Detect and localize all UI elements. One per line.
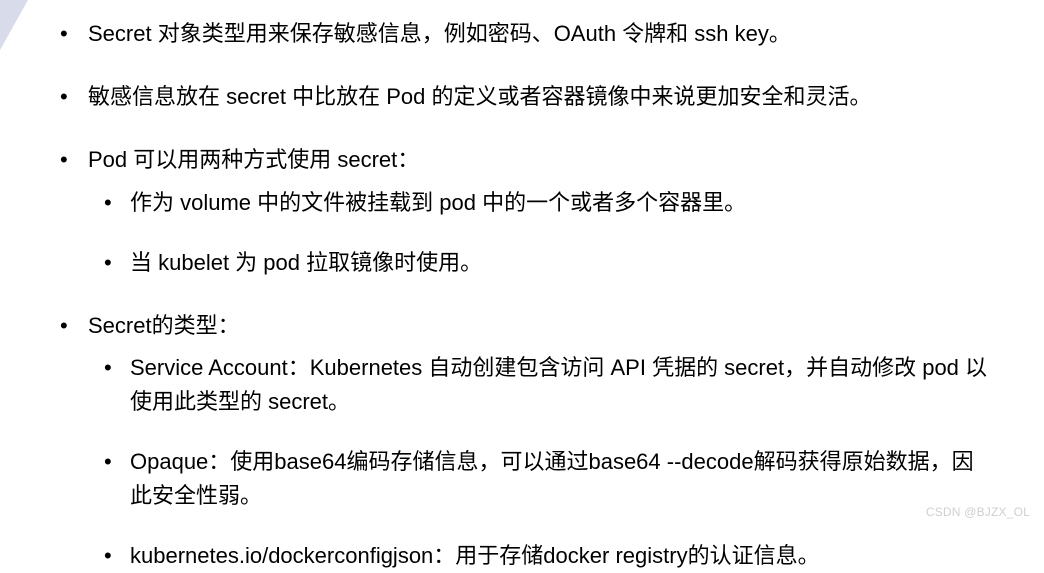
list-item: Pod 可以用两种方式使用 secret： 作为 volume 中的文件被挂载到… <box>50 142 994 279</box>
list-item: 敏感信息放在 secret 中比放在 Pod 的定义或者容器镜像中来说更加安全和… <box>50 79 994 114</box>
bullet-text: 作为 volume 中的文件被挂载到 pod 中的一个或者多个容器里。 <box>130 190 746 215</box>
bullet-text: Secret 对象类型用来保存敏感信息，例如密码、OAuth 令牌和 ssh k… <box>88 21 791 46</box>
bullet-list-level2: 作为 volume 中的文件被挂载到 pod 中的一个或者多个容器里。 当 ku… <box>88 186 994 280</box>
corner-accent <box>0 0 28 50</box>
list-item: kubernetes.io/dockerconfigjson：用于存储docke… <box>88 539 994 573</box>
list-item: 作为 volume 中的文件被挂载到 pod 中的一个或者多个容器里。 <box>88 186 994 220</box>
bullet-text: 当 kubelet 为 pod 拉取镜像时使用。 <box>130 250 482 275</box>
bullet-text: Opaque：使用base64编码存储信息，可以通过base64 --decod… <box>130 449 974 508</box>
list-item: Opaque：使用base64编码存储信息，可以通过base64 --decod… <box>88 445 994 513</box>
list-item: Secret 对象类型用来保存敏感信息，例如密码、OAuth 令牌和 ssh k… <box>50 16 994 51</box>
bullet-text: Pod 可以用两种方式使用 secret： <box>88 147 419 172</box>
watermark: CSDN @BJZX_OL <box>926 505 1030 519</box>
list-item: Secret的类型： Service Account：Kubernetes 自动… <box>50 308 994 573</box>
bullet-list-level2: Service Account：Kubernetes 自动创建包含访问 API … <box>88 351 994 573</box>
list-item: Service Account：Kubernetes 自动创建包含访问 API … <box>88 351 994 419</box>
bullet-text: Service Account：Kubernetes 自动创建包含访问 API … <box>130 355 987 414</box>
list-item: 当 kubelet 为 pod 拉取镜像时使用。 <box>88 246 994 280</box>
bullet-list-level1: Secret 对象类型用来保存敏感信息，例如密码、OAuth 令牌和 ssh k… <box>50 16 994 573</box>
bullet-text: 敏感信息放在 secret 中比放在 Pod 的定义或者容器镜像中来说更加安全和… <box>88 84 872 109</box>
bullet-text: kubernetes.io/dockerconfigjson：用于存储docke… <box>130 543 820 568</box>
bullet-text: Secret的类型： <box>88 313 240 338</box>
slide-content: Secret 对象类型用来保存敏感信息，例如密码、OAuth 令牌和 ssh k… <box>0 0 1044 573</box>
